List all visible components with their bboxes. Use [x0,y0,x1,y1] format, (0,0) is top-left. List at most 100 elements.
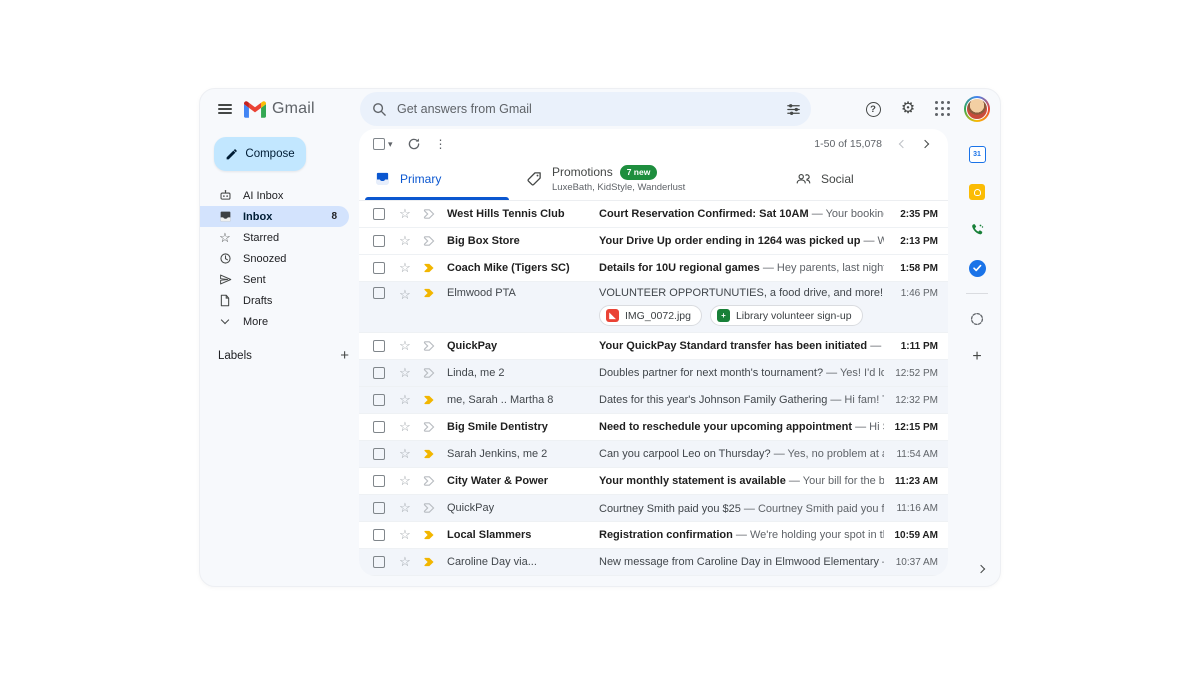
row-checkbox[interactable] [373,262,385,274]
row-checkbox[interactable] [373,556,385,568]
email-row[interactable]: ☆ Local Slammers Registration confirmation… [359,522,948,549]
tab-social[interactable]: Social [781,157,901,200]
row-checkbox[interactable] [373,340,385,352]
sidebar-item-drafts[interactable]: Drafts [200,290,349,311]
apps-button[interactable] [929,95,957,123]
importance-marker[interactable] [421,529,437,541]
compose-button[interactable]: Compose [214,137,306,171]
email-row[interactable]: ☆ Elmwood PTA VOLUNTEER OPPORTUNUTIES, a f… [359,282,948,333]
star-icon[interactable]: ☆ [397,260,413,276]
importance-marker[interactable] [421,235,437,247]
email-row[interactable]: ☆ Big Smile Dentistry Need to reschedule y… [359,414,948,441]
importance-marker[interactable] [421,340,437,352]
older-page-button[interactable] [914,133,936,155]
email-subject-snippet: Court Reservation Confirmed: Sat 10AM — … [599,208,884,220]
importance-marker[interactable] [421,394,437,406]
email-subject-snippet: Your Drive Up order ending in 1264 was p… [599,235,884,247]
importance-marker[interactable] [421,421,437,433]
get-add-ons-button[interactable]: + [962,342,992,372]
more-options-button[interactable]: ⋮ [435,137,447,151]
star-icon[interactable]: ☆ [397,287,413,303]
email-row[interactable]: ☆ me, Sarah .. Martha 8 Dates for this yea… [359,387,948,414]
add-on-button[interactable] [962,304,992,334]
google-keep-icon [969,184,985,200]
list-toolbar: ▾ ⋮ 1-50 of 15,078 [359,129,948,157]
email-time: 11:23 AM [895,475,938,487]
row-checkbox[interactable] [373,448,385,460]
labels-header: Labels + [218,348,349,363]
search-input[interactable] [397,102,786,116]
star-icon[interactable]: ☆ [397,233,413,249]
star-icon[interactable]: ☆ [397,527,413,543]
gmail-logo[interactable]: Gmail [244,100,315,118]
star-icon[interactable]: ☆ [397,446,413,462]
search-bar[interactable] [360,92,811,126]
sidebar-item-inbox[interactable]: Inbox 8 [200,206,349,227]
send-icon [218,273,232,286]
importance-marker[interactable] [421,502,437,514]
email-sender: West Hills Tennis Club [447,208,565,220]
importance-marker[interactable] [421,208,437,220]
email-row[interactable]: ☆ QuickPay Courtney Smith paid you $25 — C… [359,495,948,522]
email-row[interactable]: ☆ Caroline Day via... New message from Car… [359,549,948,576]
phone-button[interactable] [962,215,992,245]
row-checkbox[interactable] [373,235,385,247]
calendar-button[interactable]: 31 [962,139,992,169]
star-icon[interactable]: ☆ [397,206,413,222]
tab-promotions[interactable]: Promotions 7 new LuxeBath, KidStyle, Wan… [513,157,781,200]
star-icon[interactable]: ☆ [397,392,413,408]
select-dropdown-caret[interactable]: ▾ [388,139,393,150]
sidebar-item-sent[interactable]: Sent [200,269,349,290]
sidebar-item-starred[interactable]: ☆ Starred [200,227,349,248]
row-checkbox[interactable] [373,367,385,379]
row-checkbox[interactable] [373,475,385,487]
importance-marker[interactable] [421,262,437,274]
importance-marker[interactable] [421,556,437,568]
row-checkbox[interactable] [373,502,385,514]
row-checkbox[interactable] [373,287,385,299]
attachment-chip[interactable]: ◣ IMG_0072.jpg [599,305,702,326]
rail-divider [966,293,988,294]
row-checkbox[interactable] [373,529,385,541]
tag-icon [527,171,542,186]
collapse-side-panel-button[interactable] [970,558,992,580]
row-checkbox[interactable] [373,421,385,433]
row-checkbox[interactable] [373,208,385,220]
importance-marker[interactable] [421,367,437,379]
tab-primary[interactable]: Primary [361,157,513,200]
help-button[interactable]: ? [859,95,887,123]
account-avatar[interactable] [964,96,990,122]
sidebar-item-more[interactable]: More [200,311,349,332]
select-all-checkbox[interactable] [373,138,385,150]
importance-marker[interactable] [421,448,437,460]
importance-marker[interactable] [421,475,437,487]
attachment-chip[interactable]: + Library volunteer sign-up [709,305,863,326]
sidebar-item-ai-inbox[interactable]: AI Inbox [200,185,349,206]
settings-button[interactable]: ⚙ [894,95,922,123]
importance-marker[interactable] [421,287,437,299]
star-icon[interactable]: ☆ [397,365,413,381]
search-options-icon[interactable] [786,102,801,117]
email-row[interactable]: ☆ City Water & Power Your monthly statemen… [359,468,948,495]
sidebar-item-snoozed[interactable]: Snoozed [200,248,349,269]
create-label-button[interactable]: + [340,348,349,363]
email-row[interactable]: ☆ Sarah Jenkins, me 2 Can you carpool Leo … [359,441,948,468]
star-icon[interactable]: ☆ [397,500,413,516]
newer-page-button[interactable] [892,133,914,155]
keep-button[interactable] [962,177,992,207]
refresh-button[interactable] [407,137,421,151]
email-row[interactable]: ☆ Big Box Store Your Drive Up order ending… [359,228,948,255]
star-icon[interactable]: ☆ [397,473,413,489]
star-icon[interactable]: ☆ [397,554,413,570]
hamburger-menu[interactable] [210,94,240,124]
sidebar-item-label: Inbox [243,210,273,223]
row-checkbox[interactable] [373,394,385,406]
chevron-down-icon [218,315,232,325]
email-row[interactable]: ☆ Coach Mike (Tigers SC) Details for 10U r… [359,255,948,282]
star-icon[interactable]: ☆ [397,338,413,354]
tasks-button[interactable] [962,253,992,283]
email-row[interactable]: ☆ West Hills Tennis Club Court Reservation… [359,201,948,228]
email-row[interactable]: ☆ Linda, me 2 Doubles partner for next mon… [359,360,948,387]
star-icon[interactable]: ☆ [397,419,413,435]
email-row[interactable]: ☆ QuickPay Your QuickPay Standard transfer… [359,333,948,360]
